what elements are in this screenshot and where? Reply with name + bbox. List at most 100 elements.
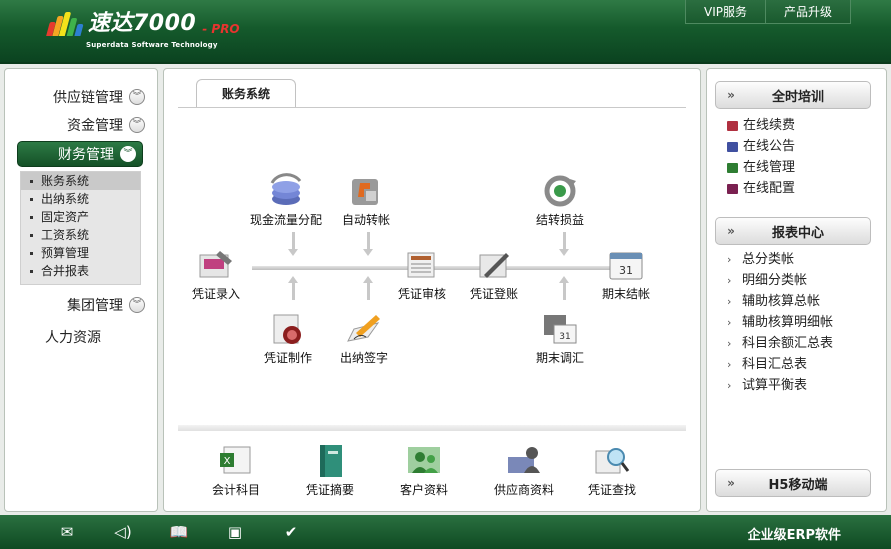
- submenu-item-cashier[interactable]: 出纳系统: [21, 190, 140, 208]
- report-link[interactable]: › 辅助核算明细帐: [727, 312, 833, 333]
- submenu-item-consolidated[interactable]: 合并报表: [21, 262, 140, 280]
- report-link[interactable]: › 辅助核算总帐: [727, 291, 833, 312]
- report-center-header[interactable]: » 报表中心: [715, 217, 871, 245]
- submenu-item-fixed-assets[interactable]: 固定资产: [21, 208, 140, 226]
- submenu-item-payroll[interactable]: 工资系统: [21, 226, 140, 244]
- flow-arrow-up: [288, 276, 298, 300]
- book-green-icon: [310, 443, 350, 479]
- link-label: 在线配置: [743, 181, 796, 196]
- mail-icon[interactable]: ✉: [56, 523, 78, 541]
- node-label: 凭证审核: [398, 287, 447, 301]
- link-label: 明细分类帐: [742, 273, 808, 288]
- submenu-item-budget[interactable]: 预算管理: [21, 244, 140, 262]
- cash-flow-icon: [266, 173, 306, 209]
- report-links: › 总分类帐 › 明细分类帐 › 辅助核算总帐 › 辅助核算明细帐 › 科目余额汇总表 ›…: [727, 249, 833, 396]
- chevron-down-icon: ︾: [129, 117, 145, 133]
- node-label: 凭证登账: [470, 287, 519, 301]
- node-label: 凭证制作: [264, 351, 313, 365]
- customers-icon: [404, 443, 444, 479]
- link-label: 辅助核算明细帐: [742, 315, 834, 330]
- module-sidebar: 供应链管理 ︾ 资金管理 ︾ 财务管理 ︾ 账务系统 出纳系统 固定资产 工资系…: [4, 68, 158, 512]
- report-link[interactable]: › 科目汇总表: [727, 354, 833, 375]
- speaker-icon[interactable]: ◁): [112, 523, 134, 541]
- book-icon: [727, 162, 738, 173]
- vip-service-button[interactable]: VIP服务: [684, 0, 766, 24]
- finance-submenu: 账务系统 出纳系统 固定资产 工资系统 预算管理 合并报表: [20, 171, 141, 285]
- flow-arrow-down: [559, 232, 569, 256]
- period-adjust-button[interactable]: 31 期末调汇: [536, 311, 584, 366]
- nav-finance[interactable]: 财务管理 ︾: [17, 141, 143, 167]
- online-config-link[interactable]: 在线配置: [727, 178, 795, 199]
- nav-label: 供应链管理: [53, 90, 123, 106]
- training-header[interactable]: » 全时培训: [715, 81, 871, 109]
- double-chevron-right-icon: »: [727, 88, 735, 102]
- report-link[interactable]: › 总分类帐: [727, 249, 833, 270]
- section-title: 报表中心: [771, 225, 824, 241]
- customer-data-button[interactable]: 客户资料: [400, 443, 448, 498]
- voucher-summary-button[interactable]: 凭证摘要: [306, 443, 354, 498]
- period-close-button[interactable]: 31 期末结帐: [602, 247, 650, 302]
- nav-group[interactable]: 集团管理 ︾: [19, 293, 145, 317]
- nav-hr[interactable]: 人力资源: [45, 327, 101, 347]
- online-notice-link[interactable]: 在线公告: [727, 136, 795, 157]
- voucher-search-button[interactable]: 凭证查找: [588, 443, 636, 498]
- quick-link-label: 凭证摘要: [306, 483, 355, 497]
- quick-link-label: 会计科目: [212, 483, 261, 497]
- node-label: 期末结帐: [602, 287, 651, 301]
- check-icon[interactable]: ✔: [280, 523, 302, 541]
- nav-funds[interactable]: 资金管理 ︾: [19, 113, 145, 137]
- flow-arrow-up: [559, 276, 569, 300]
- voucher-make-button[interactable]: 凭证制作: [264, 311, 312, 366]
- report-link[interactable]: › 明细分类帐: [727, 270, 833, 291]
- nav-supply-chain[interactable]: 供应链管理 ︾: [19, 85, 145, 109]
- svg-text:31: 31: [619, 264, 633, 277]
- node-label: 现金流量分配: [250, 213, 323, 227]
- report-link[interactable]: › 试算平衡表: [727, 375, 833, 396]
- online-manage-link[interactable]: 在线管理: [727, 157, 795, 178]
- cash-flow-allocation-button[interactable]: 现金流量分配: [250, 173, 322, 228]
- auto-transfer-button[interactable]: 自动转帐: [342, 173, 390, 228]
- book-icon: [727, 120, 738, 131]
- link-label: 在线管理: [743, 160, 796, 175]
- voucher-posting-button[interactable]: 凭证登账: [470, 247, 518, 302]
- carry-forward-button[interactable]: 结转损益: [536, 173, 584, 228]
- tab-divider: [178, 107, 686, 108]
- training-links: 在线续费 在线公告 在线管理 在线配置: [727, 115, 795, 199]
- node-label: 出纳签字: [340, 351, 389, 365]
- book-icon: [727, 183, 738, 194]
- double-chevron-right-icon: »: [727, 476, 735, 490]
- link-label: 科目余额汇总表: [742, 336, 834, 351]
- node-label: 结转损益: [536, 213, 585, 227]
- report-link[interactable]: › 科目余额汇总表: [727, 333, 833, 354]
- chevron-down-icon: ︾: [129, 297, 145, 313]
- voucher-entry-icon: [196, 247, 236, 283]
- online-renewal-link[interactable]: 在线续费: [727, 115, 795, 136]
- brand-name: 速达7000: [88, 11, 197, 36]
- voucher-review-button[interactable]: 凭证审核: [398, 247, 446, 302]
- period-adjust-icon: 31: [540, 311, 580, 347]
- status-footer: ✉ ◁) 📖 ▣ ✔ 企业级ERP软件: [0, 515, 891, 549]
- chart-of-accounts-button[interactable]: X 会计科目: [212, 443, 260, 498]
- link-label: 科目汇总表: [742, 357, 808, 372]
- tab-accounting[interactable]: 账务系统: [196, 79, 296, 107]
- cashier-sign-button[interactable]: 出纳签字: [340, 311, 388, 366]
- double-chevron-right-icon: »: [727, 224, 735, 238]
- h5-mobile-header[interactable]: » H5移动端: [715, 469, 871, 497]
- auto-transfer-icon: [346, 173, 386, 209]
- quick-link-label: 客户资料: [400, 483, 449, 497]
- supplier-data-button[interactable]: 供应商资料: [494, 443, 554, 498]
- chevron-down-icon: ︾: [120, 146, 136, 162]
- link-label: 试算平衡表: [742, 378, 808, 393]
- chevron-down-icon: ︾: [129, 89, 145, 105]
- flow-arrow-up: [363, 276, 373, 300]
- book-icon: [727, 141, 738, 152]
- voucher-entry-button[interactable]: 凭证录入: [192, 247, 240, 302]
- flow-arrow-down: [288, 232, 298, 256]
- logo-mark-icon: [46, 12, 84, 36]
- window-icon[interactable]: ▣: [224, 523, 246, 541]
- magnifier-icon: [592, 443, 632, 479]
- voucher-review-icon: [402, 247, 442, 283]
- product-upgrade-button[interactable]: 产品升级: [765, 0, 851, 24]
- submenu-item-accounting[interactable]: 账务系统: [21, 172, 140, 190]
- book-icon[interactable]: 📖: [168, 523, 190, 541]
